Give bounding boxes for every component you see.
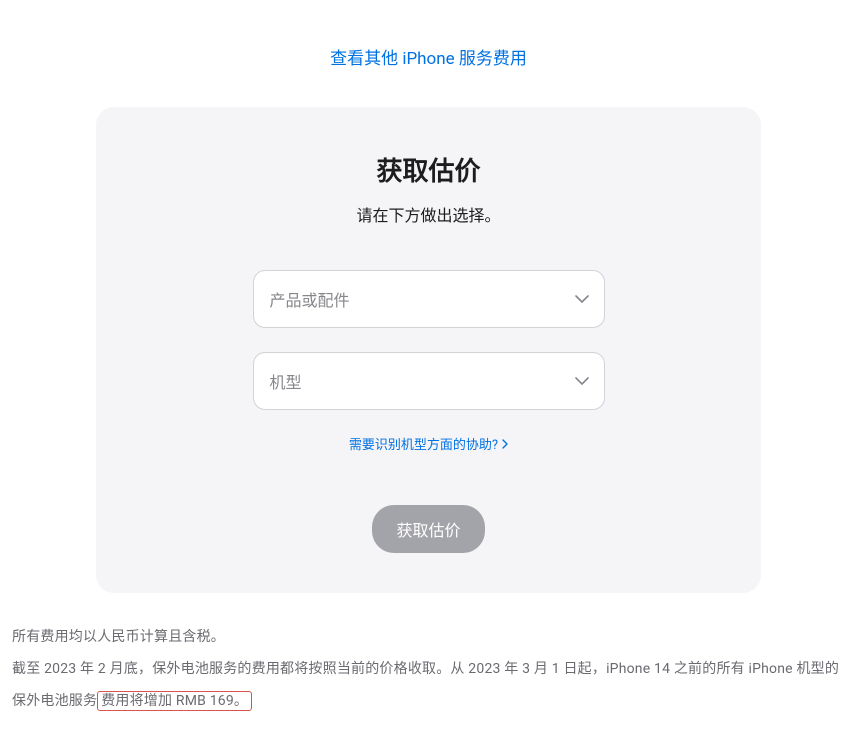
help-link-label: 需要识别机型方面的协助? [349,434,498,453]
get-estimate-button[interactable]: 获取估价 [372,505,484,553]
product-select[interactable]: 产品或配件 [253,270,605,328]
estimate-card: 获取估价 请在下方做出选择。 产品或配件 机型 需要识别机型方面的协助? [96,107,761,593]
model-select[interactable]: 机型 [253,352,605,410]
chevron-right-icon [502,439,508,449]
footer-text: 所有费用均以人民币计算且含税。 截至 2023 年 2 月底，保外电池服务的费用… [12,621,845,738]
product-select-wrapper: 产品或配件 [253,270,605,328]
card-title: 获取估价 [136,151,721,188]
price-increase-highlight: 费用将增加 RMB 169。 [97,691,252,711]
identify-model-help-link[interactable]: 需要识别机型方面的协助? [349,434,508,453]
other-services-link[interactable]: 查看其他 iPhone 服务费用 [330,49,527,69]
product-select-placeholder: 产品或配件 [270,287,350,311]
model-select-placeholder: 机型 [270,369,302,393]
model-select-wrapper: 机型 [253,352,605,410]
footer-line-1: 所有费用均以人民币计算且含税。 [12,621,845,653]
card-subtitle: 请在下方做出选择。 [136,202,721,226]
top-link-row: 查看其他 iPhone 服务费用 [12,0,845,107]
